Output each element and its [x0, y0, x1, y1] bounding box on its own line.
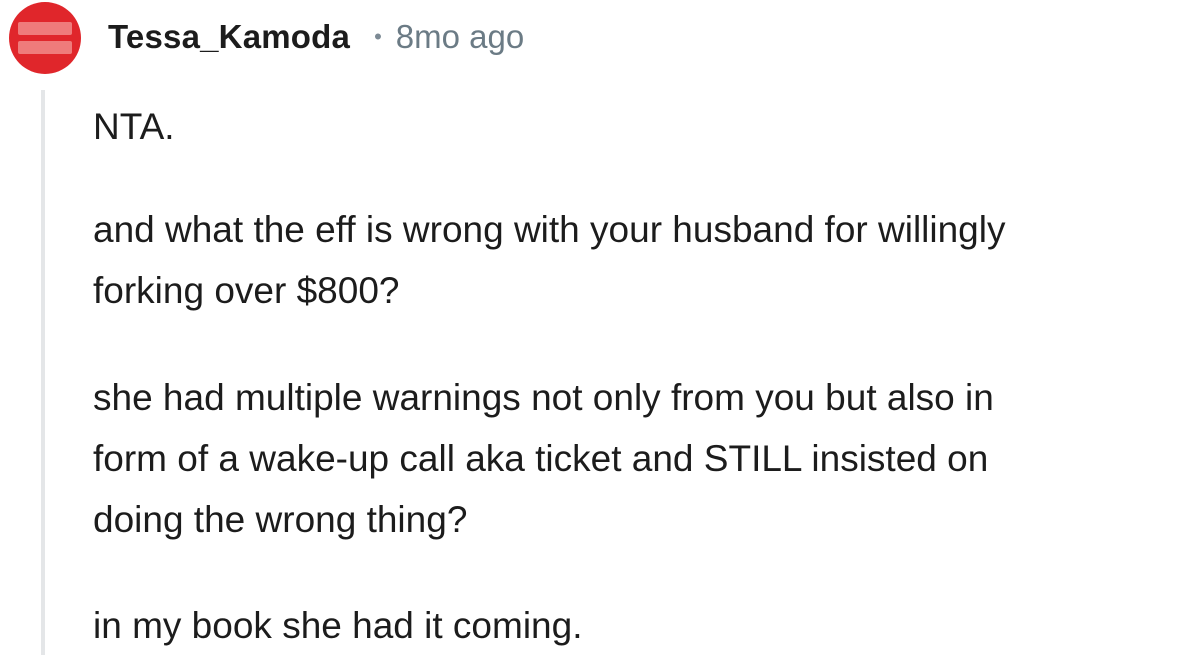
thread-collapse-line[interactable]: [41, 90, 45, 655]
comment-line: in my book she had it coming.: [93, 605, 583, 646]
comment-line: doing the wrong thing?: [93, 499, 468, 540]
avatar-stripe: [18, 41, 72, 54]
username-link[interactable]: Tessa_Kamoda: [108, 18, 350, 56]
comment-line: form of a wake-up call aka ticket and ST…: [93, 438, 989, 479]
comment-line: she had multiple warnings not only from …: [93, 377, 994, 418]
comment-line: NTA.: [93, 106, 175, 147]
user-avatar[interactable]: [9, 2, 81, 74]
comment-timestamp[interactable]: 8mo ago: [396, 18, 524, 56]
comment-paragraph: she had multiple warnings not only from …: [93, 367, 994, 550]
comment-paragraph: NTA.: [93, 96, 175, 157]
comment-paragraph: and what the eff is wrong with your husb…: [93, 199, 1005, 321]
comment-line: forking over $800?: [93, 270, 400, 311]
comment-paragraph: in my book she had it coming.: [93, 595, 582, 656]
separator-dot: •: [374, 24, 382, 49]
avatar-stripe: [18, 22, 72, 35]
comment-header: Tessa_Kamoda • 8mo ago: [108, 14, 524, 60]
comment-line: and what the eff is wrong with your husb…: [93, 209, 1006, 250]
